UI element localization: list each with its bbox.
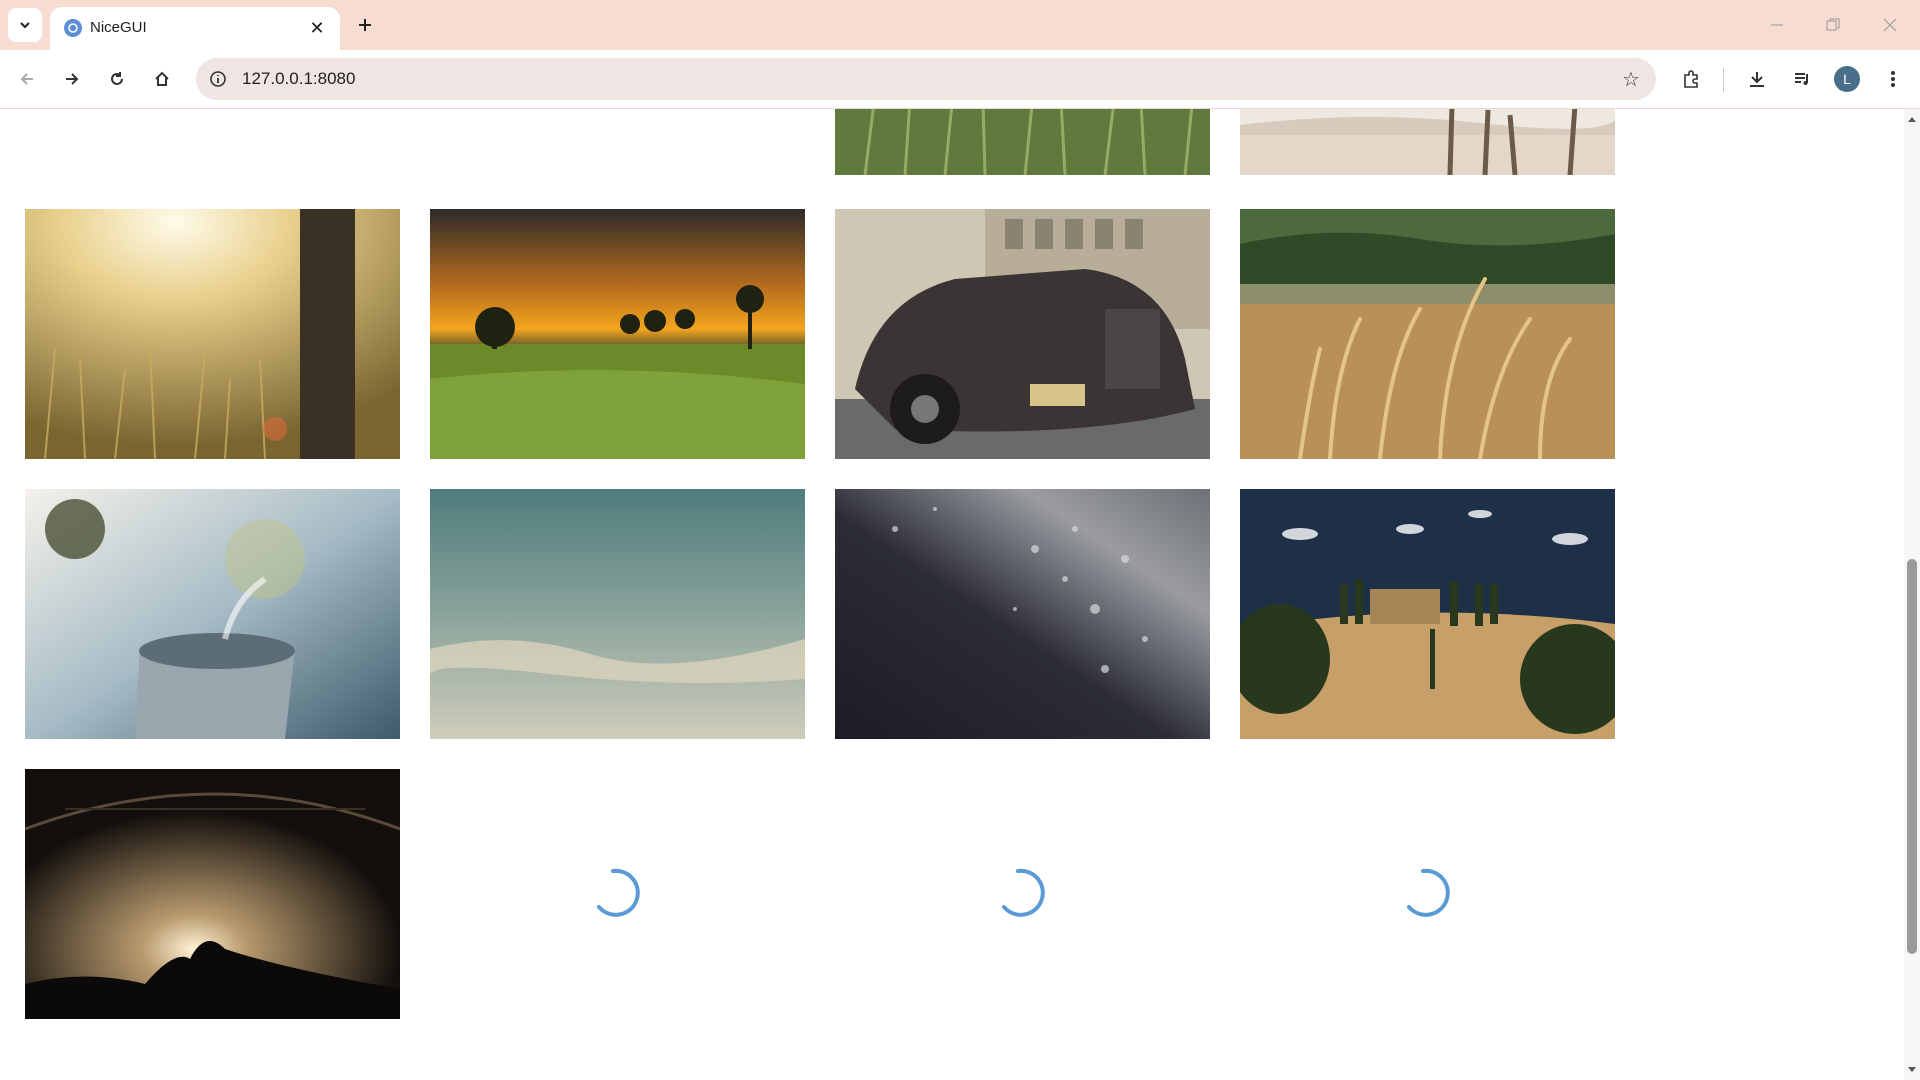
nicegui-favicon-icon	[64, 19, 82, 37]
tab-title: NiceGUI	[90, 19, 147, 36]
loading-spinner-icon	[1002, 868, 1045, 917]
forward-icon	[66, 73, 79, 85]
menu-icon[interactable]	[1876, 62, 1910, 96]
media-control-icon[interactable]	[1785, 62, 1819, 96]
loading-spinner-icon	[597, 868, 640, 917]
reload-button[interactable]	[100, 62, 134, 96]
gallery-image-droplets[interactable]	[835, 489, 1210, 739]
new-tab-button[interactable]	[350, 10, 380, 40]
window-close-button[interactable]	[1870, 8, 1910, 42]
back-icon	[20, 73, 33, 85]
home-button[interactable]	[145, 62, 179, 96]
scroll-up-icon[interactable]	[1907, 114, 1917, 124]
gallery-image-tuscany-farm[interactable]	[1240, 489, 1615, 739]
reload-icon	[111, 72, 123, 85]
profile-avatar[interactable]: L	[1834, 66, 1860, 92]
chevron-down-icon	[20, 22, 30, 29]
restore-icon	[1826, 18, 1840, 31]
minimize-icon	[1771, 24, 1783, 26]
tab-list-button[interactable]	[8, 8, 42, 42]
minimize-button[interactable]	[1757, 8, 1797, 42]
page-content	[0, 109, 1904, 1080]
tab-strip: NiceGUI ✕	[0, 0, 1920, 50]
bookmark-star-icon[interactable]: ☆	[1616, 64, 1646, 94]
restore-button[interactable]	[1813, 8, 1853, 42]
extensions-icon[interactable]	[1674, 62, 1708, 96]
gallery-image-cloudy-sky[interactable]	[430, 489, 805, 739]
gallery-image-meadow[interactable]	[25, 209, 400, 459]
loading-spinner-icon	[1407, 868, 1450, 917]
gallery-image-golden-grass[interactable]	[1240, 209, 1615, 459]
home-icon	[155, 71, 169, 86]
close-tab-icon[interactable]: ✕	[304, 15, 330, 41]
address-bar[interactable]: 127.0.0.1:8080 ☆	[196, 58, 1656, 100]
page-scrollbar[interactable]	[1904, 109, 1920, 1080]
gallery-image-beach[interactable]	[1240, 109, 1615, 175]
forward-button[interactable]	[55, 62, 89, 96]
scrollbar-thumb[interactable]	[1907, 559, 1917, 954]
back-button[interactable]	[10, 62, 44, 96]
gallery-image-vintage-car[interactable]	[835, 209, 1210, 459]
gallery-image-wheat[interactable]	[835, 109, 1210, 175]
scroll-down-icon[interactable]	[1907, 1065, 1917, 1075]
download-icon[interactable]	[1740, 62, 1774, 96]
gallery-image-concert[interactable]	[25, 769, 400, 1019]
toolbar-divider	[1723, 68, 1724, 92]
browser-toolbar: 127.0.0.1:8080 ☆ L	[0, 50, 1920, 109]
gallery-image-sunset-field[interactable]	[430, 209, 805, 459]
site-info-icon[interactable]	[204, 65, 232, 93]
window-close-icon	[1883, 18, 1897, 32]
url-text[interactable]: 127.0.0.1:8080	[242, 69, 355, 89]
plus-icon	[359, 19, 371, 31]
browser-tab[interactable]: NiceGUI ✕	[50, 7, 340, 50]
gallery-image-steaming-cup[interactable]	[25, 489, 400, 739]
